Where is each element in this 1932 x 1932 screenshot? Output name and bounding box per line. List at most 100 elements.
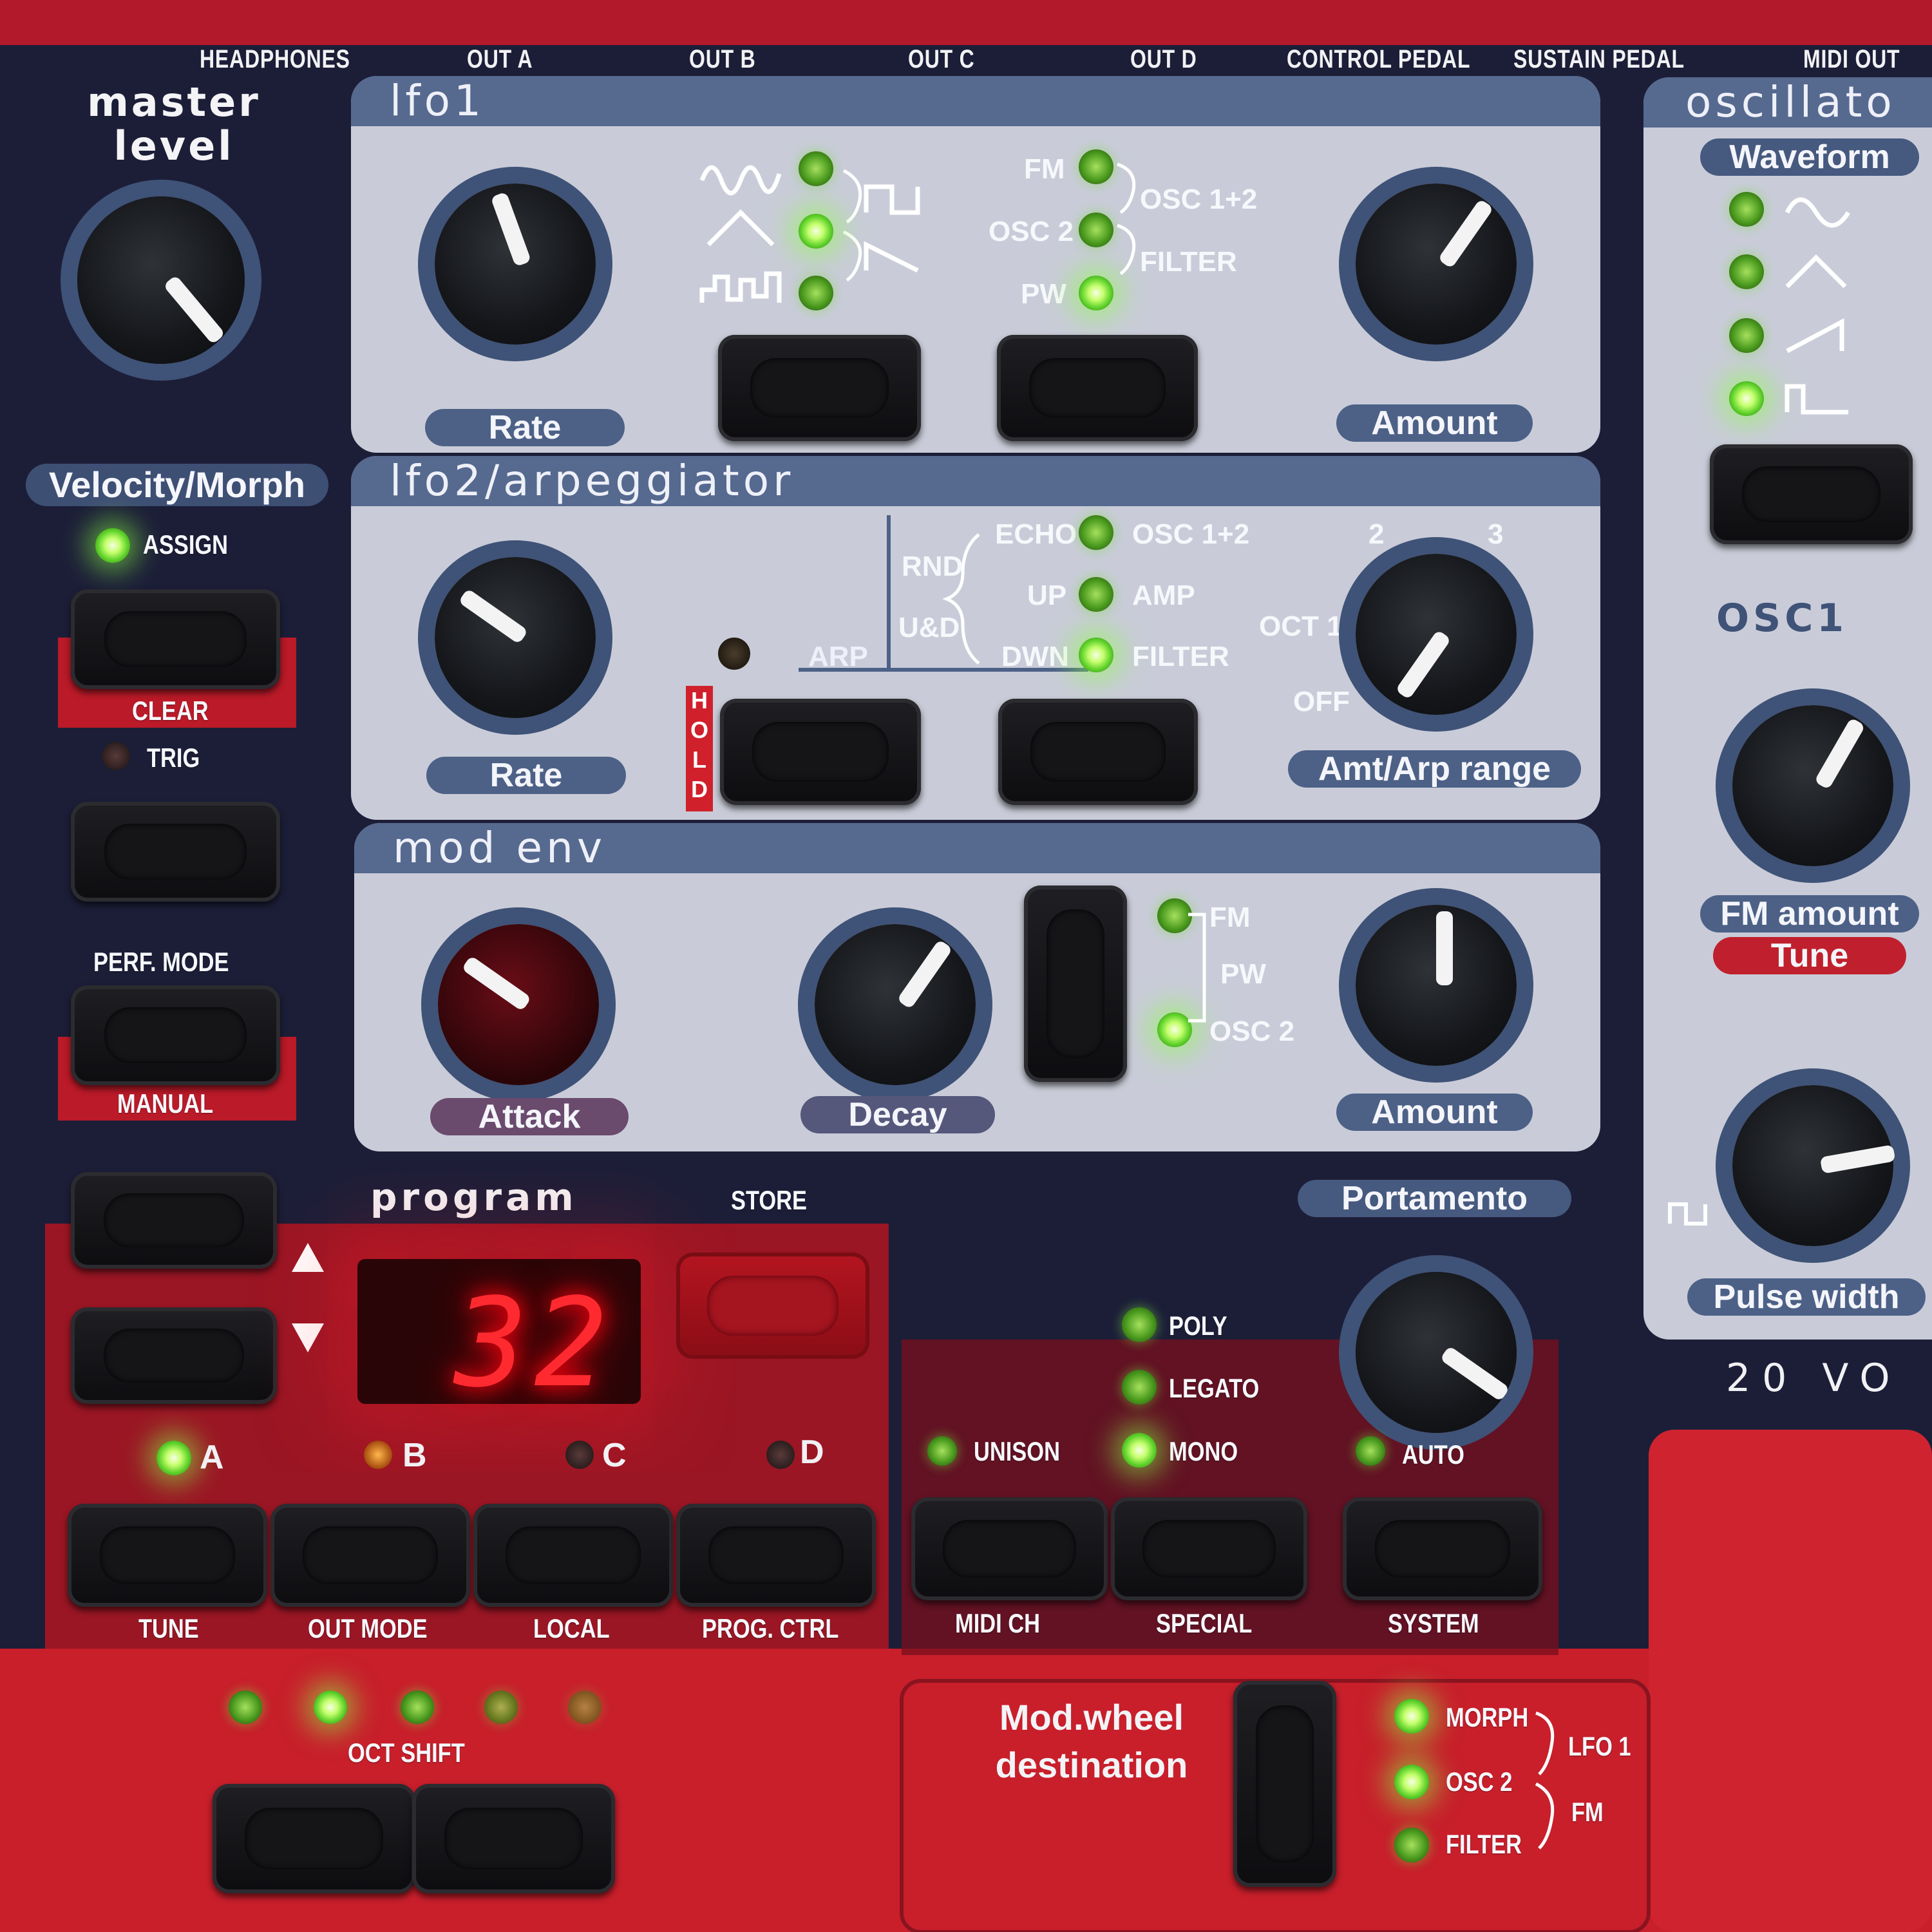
sine-icon — [1785, 197, 1850, 228]
lfo1-square-icon — [864, 184, 920, 215]
range-mark-oct1: OCT 1 — [1259, 611, 1343, 642]
bank-c-label: C — [602, 1437, 627, 1474]
program-down-button[interactable] — [71, 1307, 277, 1404]
mod-env-attack-label: Attack — [430, 1098, 629, 1135]
trig-led — [102, 742, 130, 770]
assign-button[interactable] — [71, 589, 280, 689]
osc-wave-led-saw — [1729, 318, 1764, 353]
portamento-auto-button[interactable] — [1343, 1497, 1542, 1600]
out-a-label: OUT A — [467, 45, 533, 73]
lfo1-dest-led-pw — [1079, 276, 1113, 310]
perf-mode-label: PERF. MODE — [93, 947, 229, 977]
master-level-title: master level — [64, 80, 283, 168]
sustain-pedal-label: SUSTAIN PEDAL — [1513, 45, 1685, 73]
lfo1-amount-knob[interactable] — [1356, 184, 1517, 345]
oct-led-1 — [229, 1690, 262, 1724]
portamento-knob[interactable] — [1356, 1272, 1517, 1433]
hold-label: HOLD — [686, 686, 713, 811]
osc-wave-led-triangle — [1729, 254, 1764, 289]
lfo1-random-steps-icon — [699, 271, 782, 303]
pulse-width-label: Pulse width — [1687, 1278, 1926, 1316]
perf-mode-button[interactable] — [71, 985, 280, 1085]
bank-c-button[interactable] — [473, 1504, 673, 1607]
velocity-morph-title: Velocity/Morph — [26, 464, 328, 506]
unison-button[interactable] — [911, 1497, 1108, 1600]
auto-label: AUTO — [1402, 1439, 1464, 1470]
oct-shift-label: OCT SHIFT — [348, 1738, 465, 1768]
lfo1-waveform-button[interactable] — [718, 335, 921, 441]
arp-mode-echo: ECHO — [995, 518, 1077, 550]
mod-wheel-title: Mod.wheel destination — [989, 1694, 1195, 1789]
mod-wheel-group-lfo1: LFO 1 — [1568, 1731, 1631, 1761]
lfo2-mode-button[interactable] — [998, 699, 1198, 805]
amt-arp-range-knob[interactable] — [1356, 554, 1517, 715]
bank-a-label: A — [200, 1439, 224, 1476]
lfo1-dest-fm: FM — [1024, 153, 1065, 185]
mod-env-attack-knob[interactable] — [438, 924, 599, 1085]
system-label: SYSTEM — [1388, 1608, 1479, 1638]
lfo1-triangle-icon — [706, 209, 775, 247]
arp-label: ARP — [808, 641, 868, 672]
osc-waveform-button[interactable] — [1710, 444, 1913, 544]
master-level-line2: level — [113, 122, 234, 169]
mono-led — [1122, 1433, 1157, 1468]
pulse-width-knob[interactable] — [1732, 1085, 1896, 1246]
out-mode-function-label: OUT MODE — [308, 1613, 428, 1643]
oct-shift-up-button[interactable] — [412, 1784, 615, 1893]
bank-c-led — [565, 1441, 594, 1469]
legato-label: LEGATO — [1169, 1373, 1260, 1403]
mod-env-decay-knob[interactable] — [815, 924, 976, 1085]
trig-button[interactable] — [71, 802, 280, 902]
assign-led — [95, 528, 130, 563]
lfo1-destination-button[interactable] — [997, 335, 1198, 441]
out-c-label: OUT C — [908, 45, 975, 73]
mod-env-amount-knob[interactable] — [1356, 905, 1517, 1066]
bank-d-led — [766, 1441, 795, 1469]
mod-wheel-led-osc2 — [1394, 1765, 1429, 1799]
arp-mode-rnd: RND — [902, 551, 963, 582]
mod-wheel-destination-button[interactable] — [1233, 1681, 1336, 1887]
oct-led-5 — [568, 1690, 601, 1724]
control-pedal-label: CONTROL PEDAL — [1287, 45, 1471, 73]
lfo2-dest-filter: FILTER — [1132, 641, 1229, 672]
arp-hold-button[interactable] — [720, 699, 921, 805]
headphones-label: HEADPHONES — [200, 45, 350, 73]
bank-a-button[interactable] — [68, 1504, 267, 1607]
arp-led — [718, 638, 750, 670]
tune-label: Tune — [1713, 937, 1906, 974]
manual-label: MANUAL — [117, 1088, 214, 1119]
lfo1-dest-led-fm — [1079, 149, 1113, 184]
bank-b-label: B — [402, 1437, 427, 1474]
arp-mode-up: UP — [1027, 580, 1067, 611]
program-up-button[interactable] — [71, 1172, 277, 1269]
lfo2-led-3 — [1079, 638, 1113, 672]
voice-mode-button[interactable] — [1111, 1497, 1307, 1600]
clear-label: CLEAR — [132, 696, 209, 726]
lfo2-rate-knob[interactable] — [435, 557, 596, 718]
program-number: 32 — [454, 1272, 614, 1414]
midi-ch-label: MIDI CH — [955, 1608, 1041, 1638]
unison-label: UNISON — [974, 1436, 1060, 1466]
prog-ctrl-function-label: PROG. CTRL — [702, 1613, 839, 1643]
master-level-knob[interactable] — [77, 196, 245, 364]
unison-led — [927, 1436, 957, 1466]
lfo1-dest-osc2: OSC 2 — [989, 216, 1074, 247]
arp-mode-dwn: DWN — [1001, 641, 1070, 672]
oscillator-title: oscillato — [1685, 77, 1896, 127]
bank-b-button[interactable] — [270, 1504, 470, 1607]
lfo1-saw-icon — [864, 241, 919, 273]
fm-amount-knob[interactable] — [1732, 705, 1893, 866]
mod-env-destination-button[interactable] — [1024, 886, 1127, 1082]
mod-env-dest-bracket — [1188, 913, 1206, 1023]
lfo1-sine-noise-icon — [699, 165, 782, 196]
lfo1-wave-led-3 — [799, 276, 833, 310]
pulse-icon — [1785, 384, 1848, 415]
lfo1-rate-knob[interactable] — [435, 184, 596, 345]
store-button[interactable] — [676, 1253, 869, 1359]
mod-wheel-group-fm: FM — [1571, 1797, 1604, 1827]
program-title: program — [370, 1175, 578, 1219]
oct-shift-down-button[interactable] — [213, 1784, 415, 1893]
bank-d-button[interactable] — [676, 1504, 876, 1607]
tune-function-label: TUNE — [138, 1613, 199, 1643]
osc1-label: OSC1 — [1716, 596, 1848, 641]
